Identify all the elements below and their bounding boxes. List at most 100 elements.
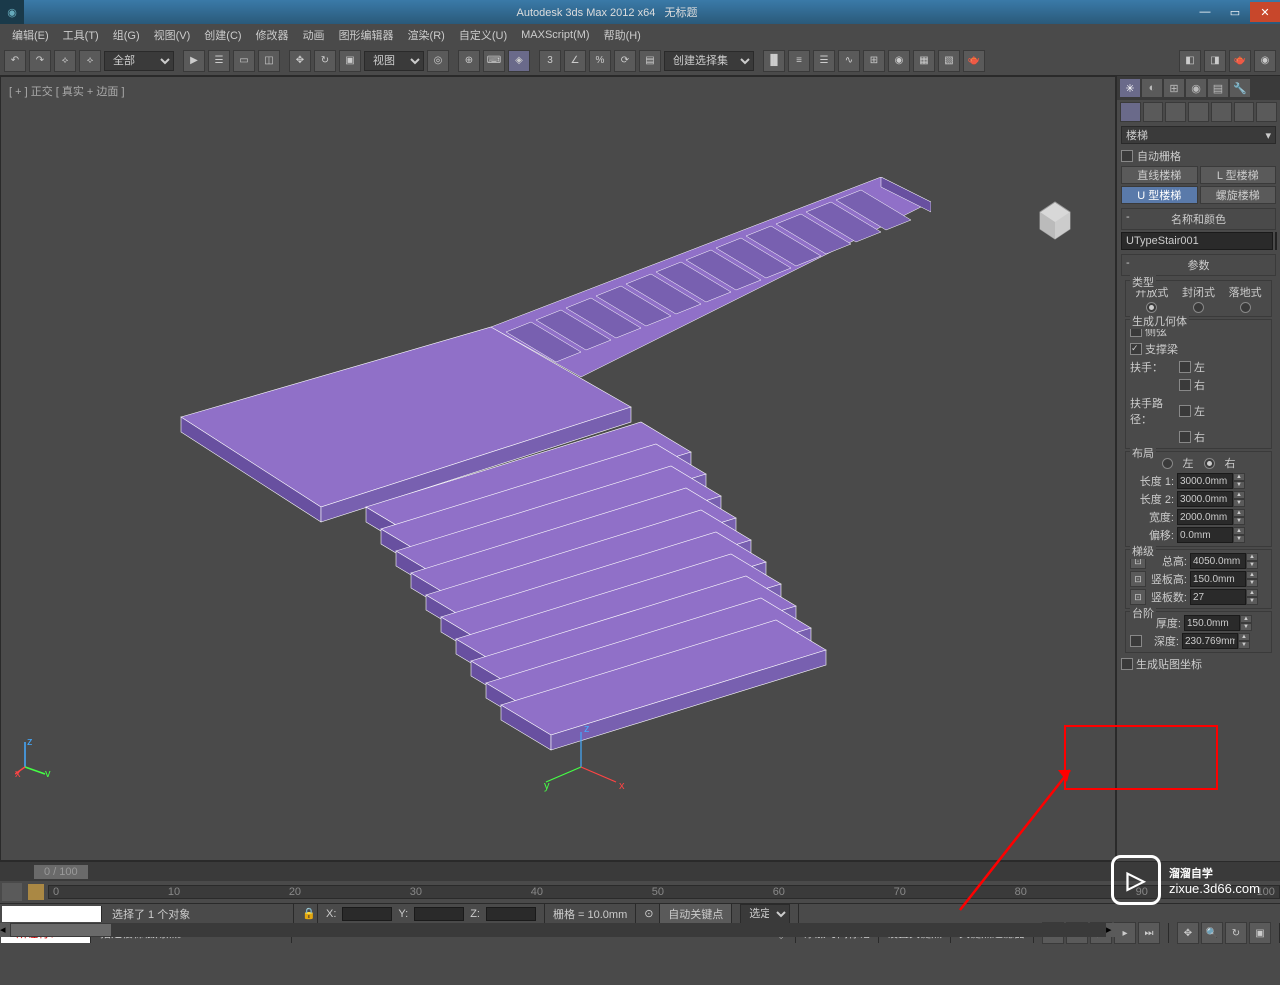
depth-field[interactable] [1182,633,1238,649]
object-name-field[interactable] [1121,232,1273,250]
display-tab-icon[interactable]: ▤ [1208,79,1228,97]
length2-field[interactable] [1177,491,1233,507]
box-radio[interactable] [1240,302,1251,313]
unlink-icon[interactable]: ⟡ [79,50,101,72]
riser-field[interactable] [1190,571,1246,587]
angle-snap-icon[interactable]: ∠ [564,50,586,72]
play-next-icon[interactable]: ▸ [1114,922,1136,944]
rotate-icon[interactable]: ↻ [314,50,336,72]
genmap-check[interactable] [1121,658,1133,670]
x-field[interactable] [342,907,392,921]
snap-icon[interactable]: ◈ [508,50,530,72]
viewport[interactable]: [ + ] 正交 [ 真实 + 边面 ] [0,76,1116,861]
undo-icon[interactable]: ↶ [4,50,26,72]
percent-snap-icon[interactable]: % [589,50,611,72]
z-field[interactable] [486,907,536,921]
track-bar[interactable]: 0102030405060708090100 [0,881,1280,903]
menu-customize[interactable]: 自定义(U) [453,25,513,45]
length1-field[interactable] [1177,473,1233,489]
spiral-stair-btn[interactable]: 螺旋楼梯 [1200,186,1277,204]
motion-tab-icon[interactable]: ◉ [1186,79,1206,97]
layer-icon[interactable]: ☰ [813,50,835,72]
redo-icon[interactable]: ↷ [29,50,51,72]
modify-tab-icon[interactable]: ◐ [1142,79,1162,97]
edit-named-icon[interactable]: ▤ [639,50,661,72]
hand-r-check[interactable] [1179,379,1191,391]
render-frame-icon[interactable]: ▧ [938,50,960,72]
straight-stair-btn[interactable]: 直线楼梯 [1121,166,1198,184]
snap3-icon[interactable]: 3 [539,50,561,72]
lights-icon[interactable] [1165,102,1186,122]
close-button[interactable]: ✕ [1250,2,1280,22]
menu-create[interactable]: 创建(C) [198,25,247,45]
utilities-tab-icon[interactable]: 🔧 [1230,79,1250,97]
select-window-icon[interactable]: ◫ [258,50,280,72]
tool-a-icon[interactable]: ◧ [1179,50,1201,72]
count-lock-icon[interactable]: ⊡ [1130,589,1146,605]
menu-view[interactable]: 视图(V) [148,25,197,45]
select-rect-icon[interactable]: ▭ [233,50,255,72]
menu-group[interactable]: 组(G) [107,25,146,45]
menu-render[interactable]: 渲染(R) [402,25,451,45]
rollout-name[interactable]: 名称和颜色 [1121,208,1276,230]
select-icon[interactable]: ▶ [183,50,205,72]
play-end-icon[interactable]: ⏭ [1138,922,1160,944]
y-field[interactable] [414,907,464,921]
keyfilter-select[interactable]: 选定对 [740,904,790,924]
color-swatch[interactable] [1275,232,1277,250]
width-field[interactable] [1177,509,1233,525]
open-radio[interactable] [1146,302,1157,313]
lock-icon[interactable]: 🔒 [294,904,318,923]
keyboard-icon[interactable]: ⌨ [483,50,505,72]
tool-c-icon[interactable]: 🫖 [1229,50,1251,72]
create-tab-icon[interactable]: ✳ [1120,79,1140,97]
menu-tools[interactable]: 工具(T) [57,25,105,45]
category-dropdown[interactable]: 楼梯▾ [1121,126,1276,144]
viewport-hscroll[interactable]: ◂▸ [0,923,1116,937]
menu-maxscript[interactable]: MAXScript(M) [515,27,595,43]
thick-field[interactable] [1184,615,1240,631]
riser-lock-icon[interactable]: ⊡ [1130,571,1146,587]
path-r-check[interactable] [1179,431,1191,443]
layout-right-radio[interactable] [1204,458,1215,469]
isolate-icon[interactable]: ⊙ [636,904,660,923]
manip-icon[interactable]: ⊕ [458,50,480,72]
schematic-icon[interactable]: ⊞ [863,50,885,72]
geometry-icon[interactable] [1120,102,1141,122]
spinner-snap-icon[interactable]: ⟳ [614,50,636,72]
layout-left-radio[interactable] [1162,458,1173,469]
viewport-label[interactable]: [ + ] 正交 [ 真实 + 边面 ] [9,83,125,99]
time-slider[interactable]: 0 / 100 [0,861,1280,881]
scale-icon[interactable]: ▣ [339,50,361,72]
hand-l-check[interactable] [1179,361,1191,373]
center-icon[interactable]: ◎ [427,50,449,72]
tool-b-icon[interactable]: ◨ [1204,50,1226,72]
curve-icon[interactable]: ∿ [838,50,860,72]
menu-help[interactable]: 帮助(H) [598,25,647,45]
helpers-icon[interactable] [1211,102,1232,122]
menu-graph[interactable]: 图形编辑器 [333,25,400,45]
mirror-icon[interactable]: ▐▌ [763,50,785,72]
ref-coord[interactable]: 视图 [364,51,424,71]
space-warps-icon[interactable] [1234,102,1255,122]
select-name-icon[interactable]: ☰ [208,50,230,72]
viewcube[interactable] [1025,187,1085,247]
support-check[interactable] [1130,343,1142,355]
minimize-button[interactable]: — [1190,2,1220,22]
shapes-icon[interactable] [1143,102,1164,122]
align-icon[interactable]: ≡ [788,50,810,72]
maximize-button[interactable]: ▭ [1220,2,1250,22]
height-field[interactable] [1190,553,1246,569]
menu-edit[interactable]: 编辑(E) [6,25,55,45]
trackbar-toggle-icon[interactable] [2,883,22,901]
hierarchy-tab-icon[interactable]: ⊞ [1164,79,1184,97]
u-stair-btn[interactable]: U 型楼梯 [1121,186,1198,204]
path-l-check[interactable] [1179,405,1191,417]
menu-animation[interactable]: 动画 [297,25,331,45]
render-icon[interactable]: 🫖 [963,50,985,72]
stair-object[interactable]: zyx [151,177,931,797]
render-setup-icon[interactable]: ▦ [913,50,935,72]
cameras-icon[interactable] [1188,102,1209,122]
nav-orbit-icon[interactable]: ↻ [1225,922,1247,944]
rollout-params[interactable]: 参数 [1121,254,1276,276]
